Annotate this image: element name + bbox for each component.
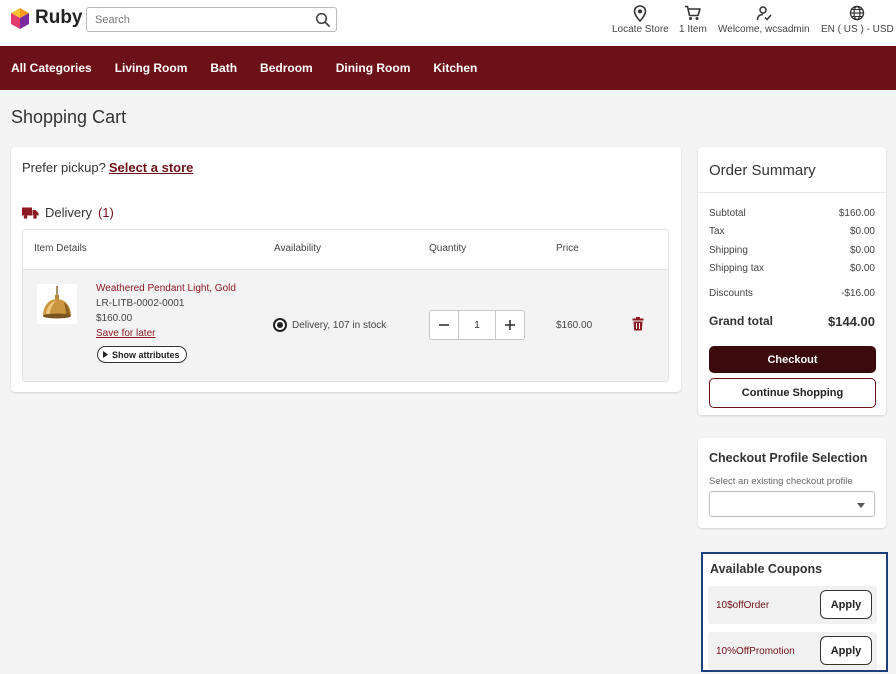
order-summary-title: Order Summary: [709, 162, 816, 179]
remove-item-button[interactable]: [632, 317, 644, 331]
table-row: Weathered Pendant Light, Gold LR-LITB-00…: [23, 270, 668, 381]
cart-link[interactable]: 1 Item: [679, 4, 707, 35]
col-quantity: Quantity: [429, 243, 467, 254]
shipping-tax-row: Shipping tax $0.00: [709, 263, 875, 274]
cart-card: Prefer pickup? Select a store Delivery (1…: [11, 147, 681, 392]
order-summary-card: Order Summary Subtotal $160.00 Tax $0.00…: [698, 147, 886, 415]
globe-icon: [850, 5, 865, 21]
discounts-row: Discounts -$16.00: [709, 288, 875, 299]
tax-label: Tax: [709, 226, 725, 237]
nav-bedroom[interactable]: Bedroom: [260, 61, 313, 75]
category-nav: All Categories Living Room Bath Bedroom …: [0, 46, 896, 90]
product-name-link[interactable]: Weathered Pendant Light, Gold: [96, 283, 236, 294]
pickup-text: Prefer pickup?: [22, 160, 106, 175]
delivery-label: Delivery: [45, 205, 92, 220]
shipping-tax-label: Shipping tax: [709, 263, 765, 274]
search-icon[interactable]: [315, 12, 331, 28]
locate-store-label: Locate Store: [612, 24, 669, 35]
checkout-profile-select[interactable]: [709, 491, 875, 517]
pickup-prompt: Prefer pickup? Select a store: [22, 160, 193, 175]
product-sku: LR-LITB-0002-0001: [96, 298, 185, 309]
save-for-later-link[interactable]: Save for later: [96, 328, 155, 339]
minus-icon: [439, 324, 449, 326]
coupon-item: 10$offOrder Apply: [708, 586, 877, 624]
discounts-label: Discounts: [709, 288, 753, 299]
apply-coupon-button[interactable]: Apply: [820, 590, 872, 619]
logo[interactable]: Ruby: [10, 7, 83, 29]
welcome-label: Welcome, wcsadmin: [718, 24, 810, 35]
table-header: Item Details Availability Quantity Price: [23, 230, 668, 270]
delivery-count: (1): [97, 205, 114, 220]
page-title: Shopping Cart: [11, 107, 127, 127]
delivery-truck-icon: [22, 207, 39, 219]
checkout-profile-title: Checkout Profile Selection: [709, 451, 868, 465]
logo-text: Ruby: [35, 7, 83, 28]
tax-row: Tax $0.00: [709, 226, 875, 237]
show-attributes-label: Show attributes: [112, 349, 180, 360]
coupon-item: 10%OffPromotion Apply: [708, 632, 877, 670]
shipping-value: $0.00: [849, 245, 875, 256]
locale-selector[interactable]: EN ( US ) - USD: [821, 4, 894, 35]
search-input[interactable]: [87, 8, 297, 31]
shipping-label: Shipping: [709, 245, 748, 256]
cart-count-label: 1 Item: [679, 24, 707, 35]
continue-shopping-button[interactable]: Continue Shopping: [709, 378, 876, 408]
availability-text: Delivery, 107 in stock: [292, 319, 387, 331]
select-store-link[interactable]: Select a store: [109, 160, 194, 175]
nav-kitchen[interactable]: Kitchen: [433, 61, 477, 75]
trash-icon: [632, 317, 644, 331]
col-availability: Availability: [274, 243, 322, 254]
account-menu[interactable]: Welcome, wcsadmin: [718, 4, 810, 35]
product-image[interactable]: [37, 284, 77, 324]
cart-items-table: Item Details Availability Quantity Price…: [22, 229, 669, 382]
plus-icon: [505, 320, 515, 330]
delivery-header: Delivery (1): [22, 205, 114, 220]
increase-quantity-button[interactable]: [496, 311, 524, 339]
locate-store-link[interactable]: Locate Store: [612, 4, 669, 35]
pendant-light-image: [43, 286, 71, 319]
delivery-radio[interactable]: [273, 318, 287, 332]
col-price: Price: [556, 243, 579, 254]
line-price: $160.00: [556, 320, 593, 331]
decrease-quantity-button[interactable]: [430, 311, 458, 339]
col-item-details: Item Details: [34, 243, 87, 254]
locale-label: EN ( US ) - USD: [821, 24, 894, 35]
product-unit-price: $160.00: [96, 313, 133, 324]
grand-total-row: Grand total $144.00: [709, 314, 875, 329]
nav-living-room[interactable]: Living Room: [115, 61, 188, 75]
checkout-button[interactable]: Checkout: [709, 346, 876, 373]
show-attributes-button[interactable]: Show attributes: [97, 346, 187, 363]
nav-bath[interactable]: Bath: [210, 61, 237, 75]
shipping-row: Shipping $0.00: [709, 245, 875, 256]
checkout-profile-card: Checkout Profile Selection Select an exi…: [698, 438, 886, 528]
search-box: [86, 7, 337, 32]
ruby-logo-icon: [11, 7, 29, 29]
user-check-icon: [756, 6, 772, 21]
availability-option: Delivery, 107 in stock: [273, 318, 386, 332]
grand-total-value: $144.00: [828, 314, 875, 329]
caret-right-icon: [103, 351, 108, 358]
shipping-tax-value: $0.00: [849, 263, 875, 274]
discounts-value: -$16.00: [841, 288, 875, 299]
checkout-profile-subtitle: Select an existing checkout profile: [709, 476, 853, 487]
chevron-down-icon: [857, 503, 865, 508]
subtotal-value: $160.00: [838, 208, 875, 219]
location-pin-icon: [634, 4, 647, 22]
shopping-cart-icon: [685, 5, 702, 20]
quantity-value[interactable]: 1: [458, 311, 496, 339]
coupon-code: 10%OffPromotion: [716, 646, 795, 657]
site-header: Ruby Locate Store 1 Item: [0, 0, 896, 46]
summary-divider: [698, 192, 886, 193]
quantity-stepper: 1: [429, 310, 525, 340]
coupon-code: 10$offOrder: [716, 600, 770, 611]
available-coupons-card: Available Coupons 10$offOrder Apply 10%O…: [701, 552, 888, 672]
apply-coupon-button[interactable]: Apply: [820, 636, 872, 665]
available-coupons-title: Available Coupons: [710, 562, 823, 576]
nav-all-categories[interactable]: All Categories: [11, 61, 92, 75]
grand-total-label: Grand total: [709, 314, 774, 328]
subtotal-label: Subtotal: [709, 208, 746, 219]
tax-value: $0.00: [849, 226, 875, 237]
nav-dining-room[interactable]: Dining Room: [336, 61, 411, 75]
subtotal-row: Subtotal $160.00: [709, 208, 875, 219]
